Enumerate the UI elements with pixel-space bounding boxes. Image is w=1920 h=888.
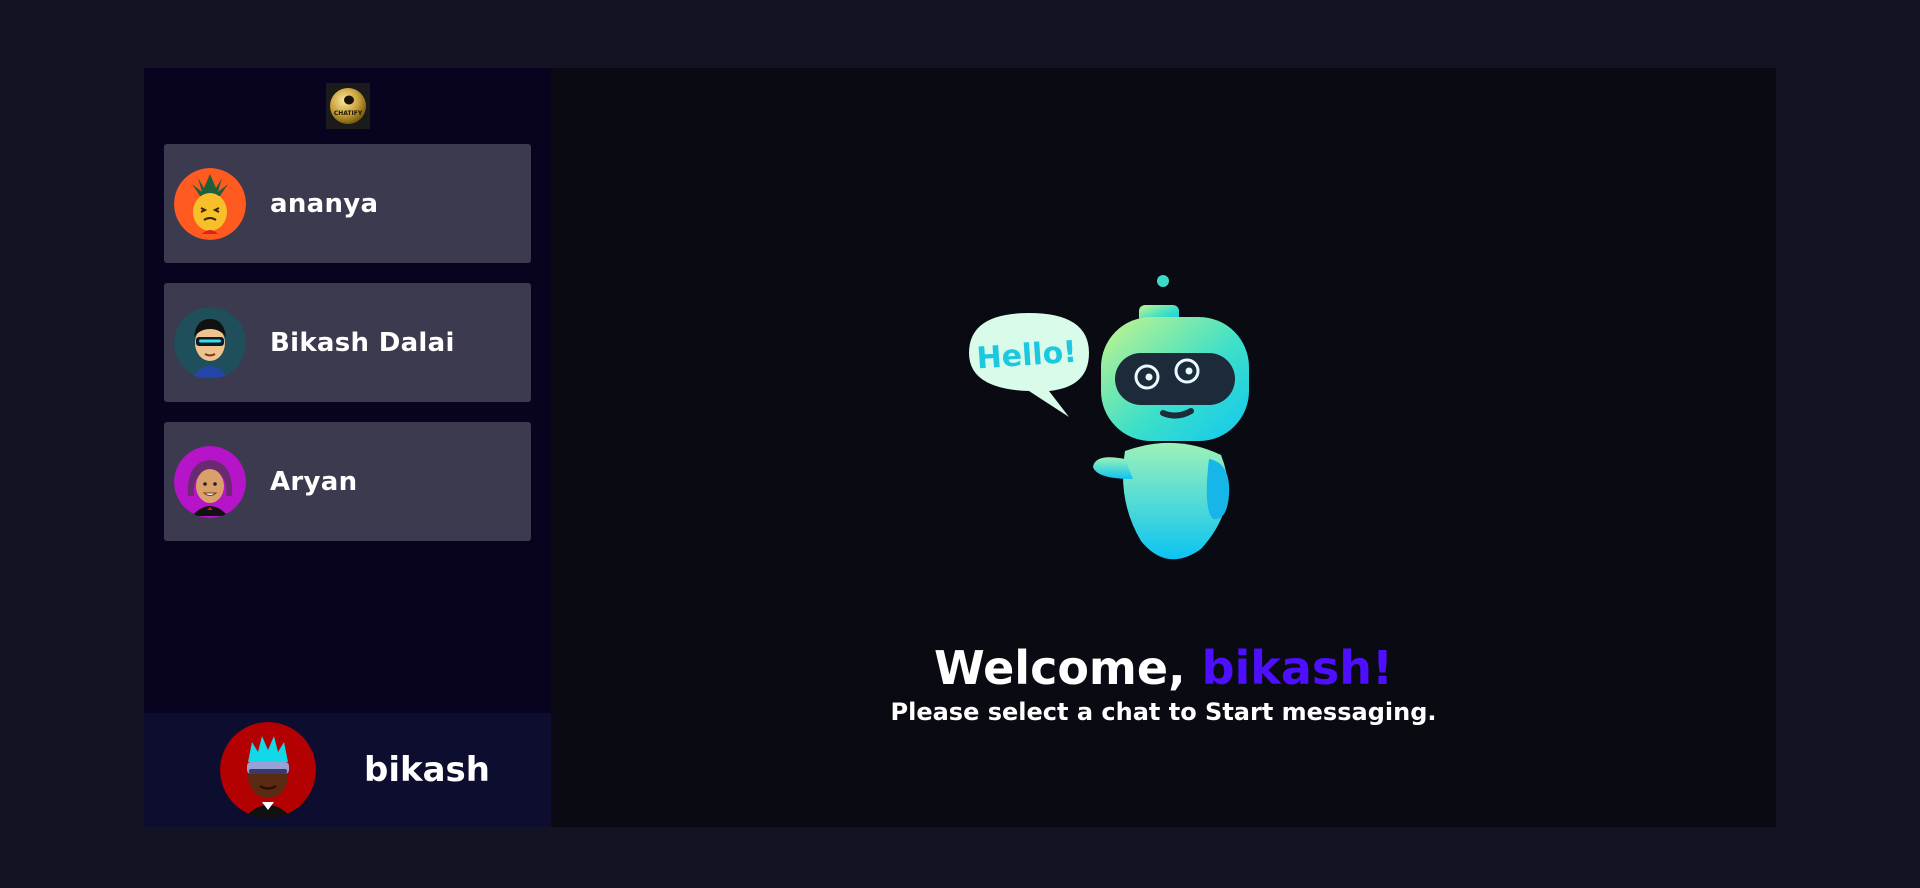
dreadlocks-avatar-icon [174, 445, 246, 518]
logo-text: CHATIFY [333, 110, 362, 117]
avatar [220, 722, 316, 818]
logo-icon: CHATIFY [329, 88, 366, 124]
pineapple-avatar-icon [174, 167, 246, 240]
welcome-message: Welcome, bikash! Please select a chat to… [551, 643, 1776, 727]
chat-container: CHATIFY ananya Bikash Dalai Aryan bikash… [144, 68, 1776, 827]
contact-item-bikash-dalai[interactable]: Bikash Dalai [164, 283, 531, 402]
avatar [174, 306, 246, 379]
welcome-panel: Hello! Welcome, bikash! Please select a … [551, 68, 1776, 827]
welcome-username: bikash! [1201, 641, 1393, 695]
contact-name: ananya [270, 188, 379, 219]
avatar [174, 445, 246, 518]
contact-name: Bikash Dalai [270, 327, 455, 358]
welcome-heading: Welcome, bikash! [551, 643, 1776, 693]
current-user-name: bikash [364, 750, 490, 790]
robot-hello-icon: Hello! [969, 275, 1249, 560]
contact-name: Aryan [270, 466, 358, 497]
app-logo: CHATIFY [325, 83, 370, 129]
robot-illustration: Hello! [953, 273, 1263, 583]
current-user-panel: bikash [144, 713, 551, 827]
avatar [174, 167, 246, 240]
contact-item-ananya[interactable]: ananya [164, 144, 531, 263]
welcome-greeting: Welcome, [934, 641, 1202, 695]
contact-list: ananya Bikash Dalai Aryan [144, 144, 551, 541]
vr-boy-avatar-icon [174, 306, 246, 379]
welcome-subtitle: Please select a chat to Start messaging. [890, 698, 1437, 726]
bubble-text: Hello! [976, 335, 1079, 377]
cyan-hair-avatar-icon [220, 722, 316, 818]
contacts-sidebar: CHATIFY ananya Bikash Dalai Aryan bikash [144, 68, 551, 827]
brand-header: CHATIFY [144, 68, 551, 144]
contact-item-aryan[interactable]: Aryan [164, 422, 531, 541]
